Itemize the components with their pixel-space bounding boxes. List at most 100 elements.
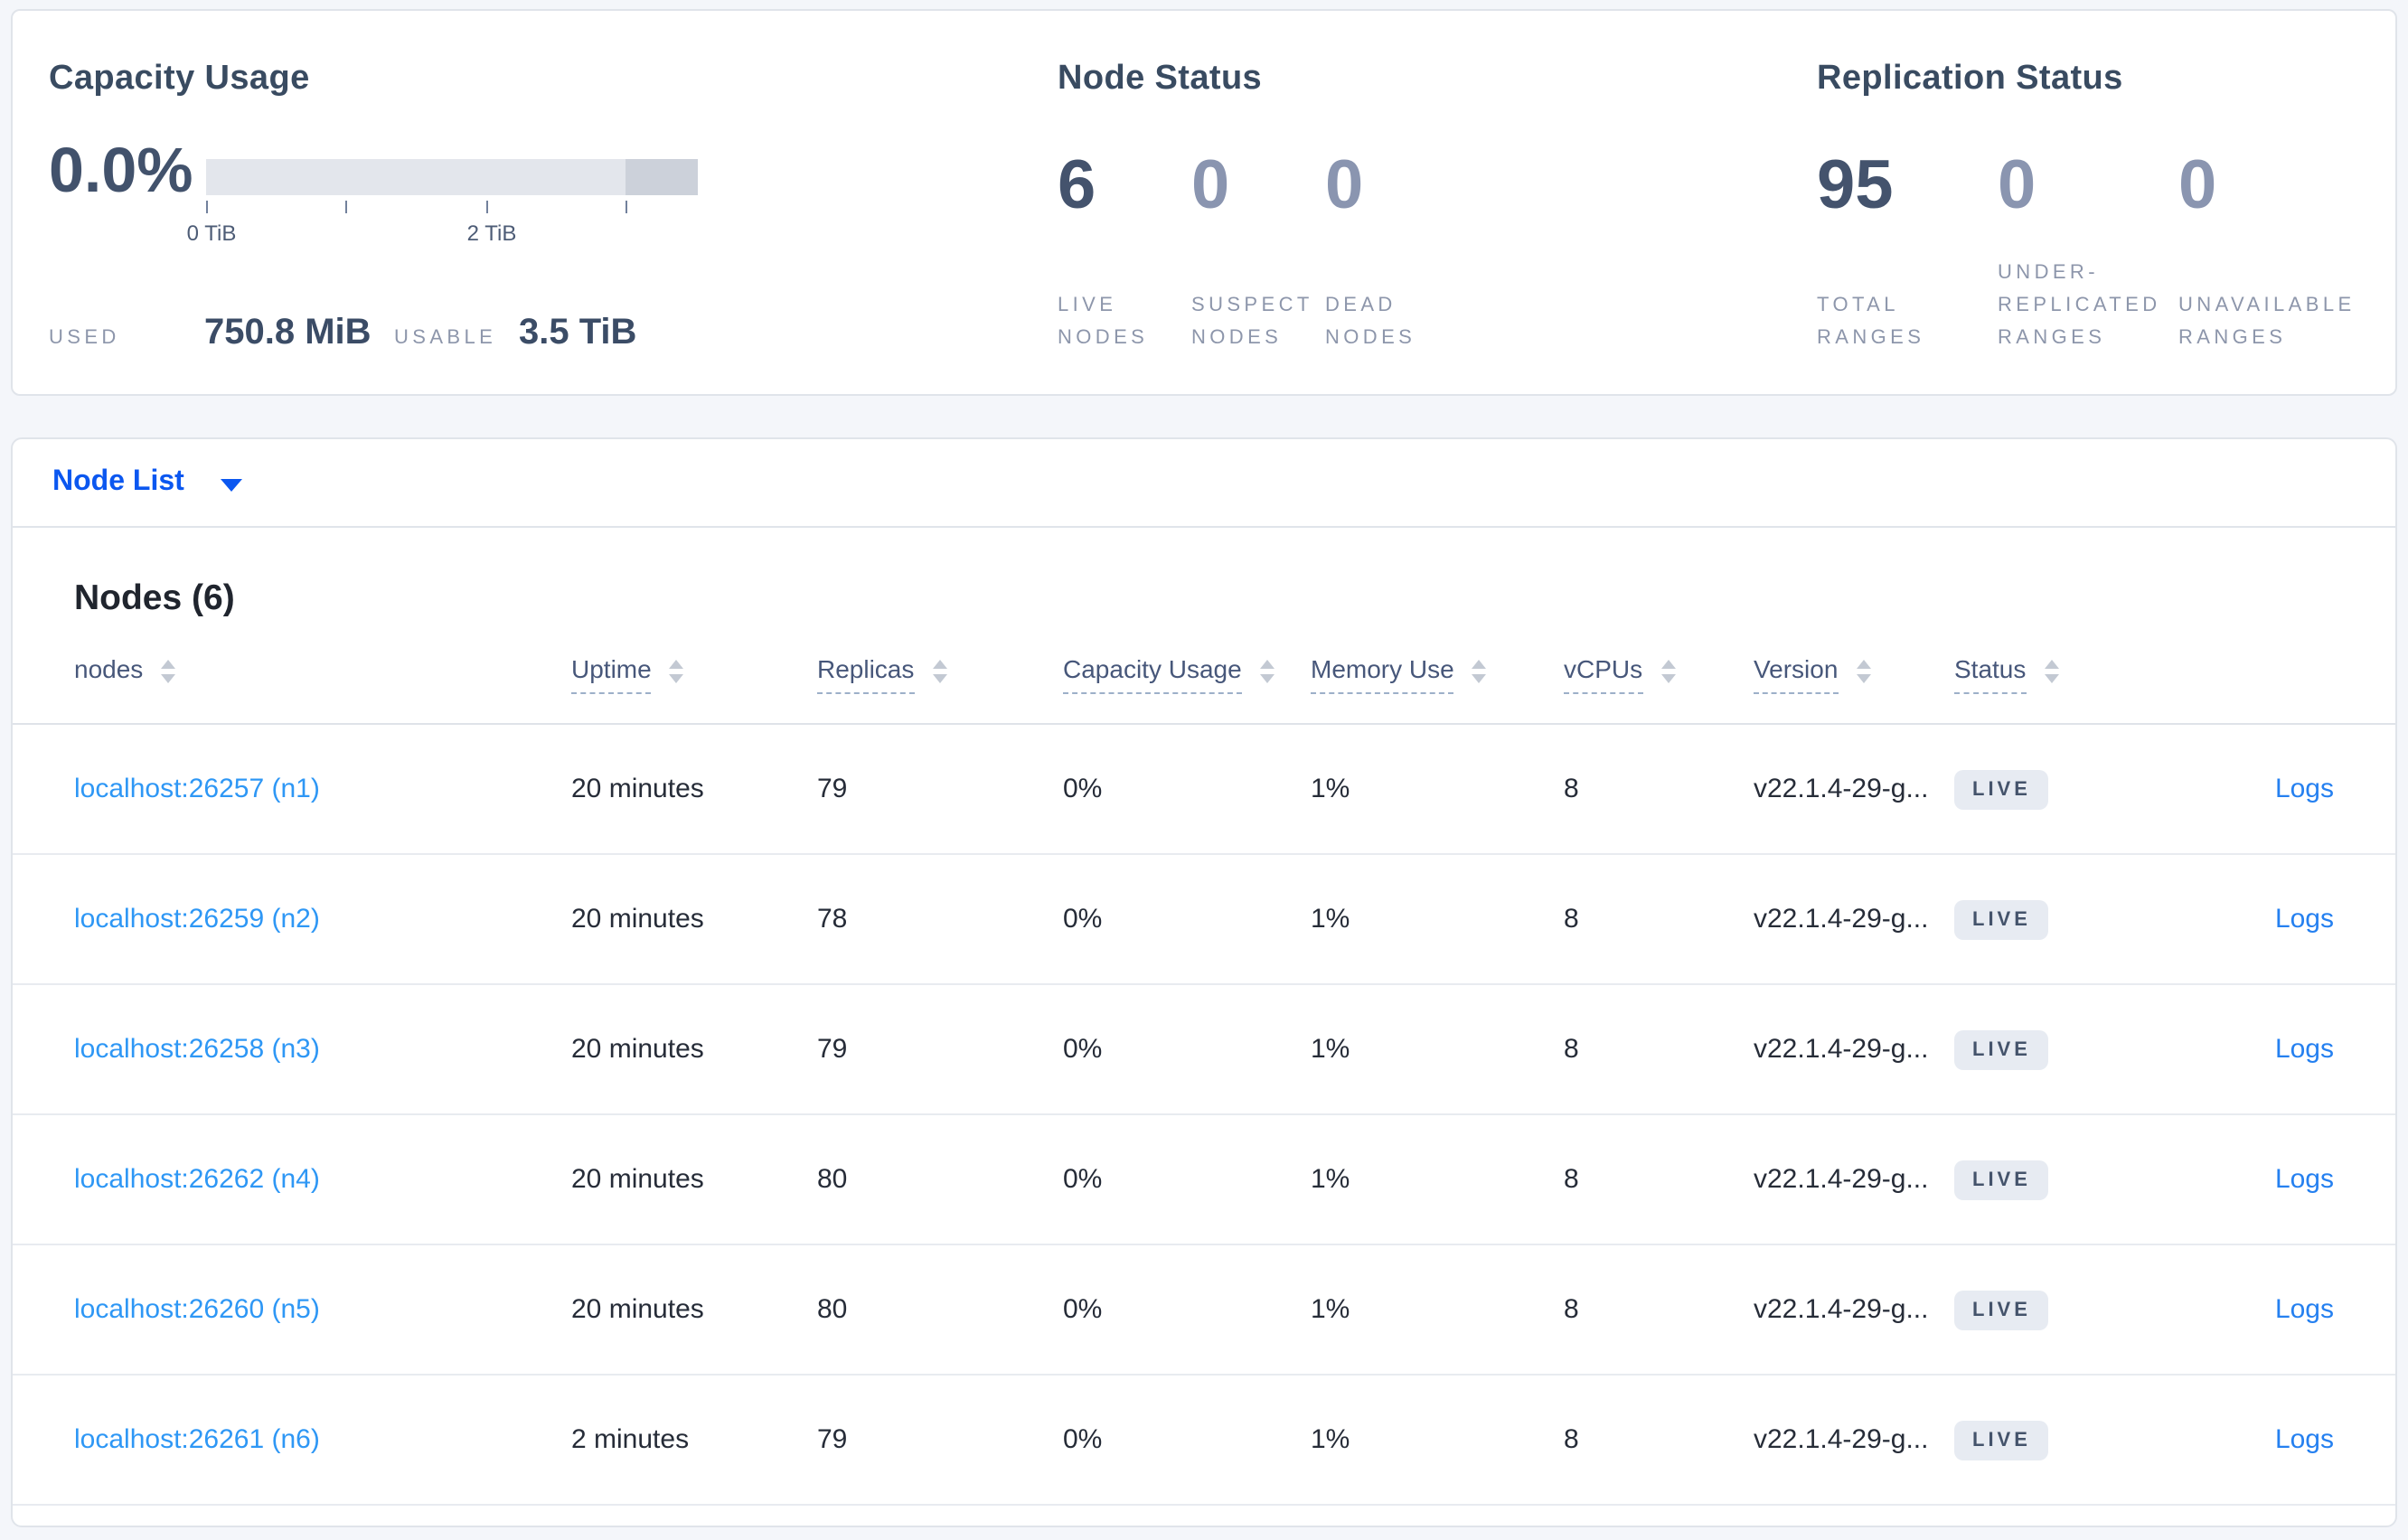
table-header-row: nodes Uptime Replicas Capacity Usage Mem…: [13, 653, 2395, 725]
view-selector-dropdown[interactable]: Node List: [52, 466, 242, 499]
total-ranges-count: 95: [1817, 148, 1894, 224]
dead-nodes-label: DEAD NODES: [1325, 295, 1416, 349]
table-row: localhost:26260 (n5) 20 minutes 80 0% 1%…: [13, 1245, 2395, 1376]
sort-arrows-icon: [161, 660, 176, 683]
memory-cell: 1%: [1311, 1294, 1350, 1325]
under-replicated-ranges-label: UNDER-REPLICATED RANGES: [1998, 262, 2161, 349]
status-badge: LIVE: [1954, 769, 2049, 809]
memory-cell: 1%: [1311, 774, 1350, 804]
vcpus-cell: 8: [1564, 1294, 1579, 1325]
dead-nodes-count: 0: [1325, 148, 1364, 224]
logs-link[interactable]: Logs: [2275, 774, 2334, 804]
memory-cell: 1%: [1311, 904, 1350, 934]
axis-tick-label: 2 TiB: [466, 221, 517, 246]
vcpus-cell: 8: [1564, 904, 1579, 934]
status-badge: LIVE: [1954, 899, 2049, 939]
axis-tick: [486, 201, 488, 213]
capacity-used-percent: 0.0%: [49, 136, 193, 206]
logs-link[interactable]: Logs: [2275, 1294, 2334, 1325]
node-link[interactable]: localhost:26257 (n1): [74, 774, 320, 804]
node-status-title: Node Status: [1058, 60, 1263, 98]
vcpus-cell: 8: [1564, 774, 1579, 804]
nodes-section-title: Nodes (6): [74, 578, 235, 618]
status-badge: LIVE: [1954, 1160, 2049, 1199]
table-row: localhost:26259 (n2) 20 minutes 78 0% 1%…: [13, 855, 2395, 985]
replicas-cell: 79: [817, 774, 848, 804]
node-link[interactable]: localhost:26258 (n3): [74, 1034, 320, 1065]
column-header-version[interactable]: Version: [1754, 653, 1954, 694]
table-row: localhost:26258 (n3) 20 minutes 79 0% 1%…: [13, 985, 2395, 1115]
usable-label: USABLE: [394, 327, 497, 349]
version-cell: v22.1.4-29-g...: [1754, 1424, 1929, 1455]
node-status-section: Node Status 6 0 0 LIVE NODES SUSPECT NOD…: [1058, 58, 1763, 354]
view-selector-label: Node List: [52, 466, 184, 497]
unavailable-ranges-count: 0: [2178, 148, 2217, 224]
replicas-cell: 79: [817, 1424, 848, 1455]
live-nodes-label: LIVE NODES: [1058, 295, 1149, 349]
cluster-summary-card: Capacity Usage 0.0% 0 TiB 2 TiB USED 750…: [11, 9, 2397, 396]
axis-tick: [206, 201, 208, 213]
version-cell: v22.1.4-29-g...: [1754, 774, 1929, 804]
used-label: USED: [49, 327, 120, 349]
suspect-nodes-count: 0: [1191, 148, 1230, 224]
sort-arrows-icon: [932, 660, 947, 683]
axis-tick-label: 0 TiB: [186, 221, 237, 246]
node-link[interactable]: localhost:26262 (n4): [74, 1164, 320, 1195]
uptime-cell: 2 minutes: [571, 1424, 690, 1455]
logs-link[interactable]: Logs: [2275, 1164, 2334, 1195]
logs-link[interactable]: Logs: [2275, 904, 2334, 934]
column-header-nodes[interactable]: nodes: [74, 653, 571, 692]
replicas-cell: 78: [817, 904, 848, 934]
node-link[interactable]: localhost:26261 (n6): [74, 1424, 320, 1455]
vcpus-cell: 8: [1564, 1034, 1579, 1065]
unavailable-ranges-label: UNAVAILABLE RANGES: [2178, 295, 2356, 349]
logs-link[interactable]: Logs: [2275, 1424, 2334, 1455]
capacity-cell: 0%: [1063, 1164, 1103, 1195]
column-header-vcpus[interactable]: vCPUs: [1564, 653, 1754, 694]
replicas-cell: 80: [817, 1294, 848, 1325]
capacity-cell: 0%: [1063, 774, 1103, 804]
usable-value: 3.5 TiB: [519, 313, 637, 352]
node-link[interactable]: localhost:26260 (n5): [74, 1294, 320, 1325]
capacity-usage-section: Capacity Usage 0.0% 0 TiB 2 TiB USED 750…: [49, 58, 1007, 354]
version-cell: v22.1.4-29-g...: [1754, 1164, 1929, 1195]
column-header-replicas[interactable]: Replicas: [817, 653, 1063, 694]
capacity-cell: 0%: [1063, 1034, 1103, 1065]
table-row: localhost:26261 (n6) 2 minutes 79 0% 1% …: [13, 1376, 2395, 1506]
capacity-bar-dark-segment: [626, 159, 698, 195]
capacity-usage-title: Capacity Usage: [49, 60, 310, 98]
axis-tick: [626, 201, 627, 213]
replication-status-title: Replication Status: [1817, 60, 2123, 98]
uptime-cell: 20 minutes: [571, 1034, 704, 1065]
node-link[interactable]: localhost:26259 (n2): [74, 904, 320, 934]
sort-arrows-icon: [2044, 660, 2059, 683]
uptime-cell: 20 minutes: [571, 1294, 704, 1325]
uptime-cell: 20 minutes: [571, 1164, 704, 1195]
uptime-cell: 20 minutes: [571, 904, 704, 934]
memory-cell: 1%: [1311, 1424, 1350, 1455]
version-cell: v22.1.4-29-g...: [1754, 1034, 1929, 1065]
caret-down-icon: [220, 478, 242, 491]
replication-status-section: Replication Status 95 0 0 TOTAL RANGES U…: [1817, 58, 2408, 354]
replicas-cell: 80: [817, 1164, 848, 1195]
live-nodes-count: 6: [1058, 148, 1096, 224]
column-header-uptime[interactable]: Uptime: [571, 653, 817, 694]
capacity-cell: 0%: [1063, 1294, 1103, 1325]
logs-link[interactable]: Logs: [2275, 1034, 2334, 1065]
cluster-overview-page: Capacity Usage 0.0% 0 TiB 2 TiB USED 750…: [0, 0, 2408, 1540]
capacity-cell: 0%: [1063, 1424, 1103, 1455]
view-selector-bar: Node List: [11, 437, 2397, 528]
status-badge: LIVE: [1954, 1420, 2049, 1460]
column-header-memory-use[interactable]: Memory Use: [1311, 653, 1564, 694]
sort-arrows-icon: [1472, 660, 1487, 683]
sort-arrows-icon: [1259, 660, 1275, 683]
version-cell: v22.1.4-29-g...: [1754, 1294, 1929, 1325]
table-row: localhost:26262 (n4) 20 minutes 80 0% 1%…: [13, 1115, 2395, 1245]
memory-cell: 1%: [1311, 1164, 1350, 1195]
column-header-status[interactable]: Status: [1954, 653, 2171, 694]
axis-tick: [345, 201, 347, 213]
column-header-capacity-usage[interactable]: Capacity Usage: [1063, 653, 1311, 694]
replicas-cell: 79: [817, 1034, 848, 1065]
capacity-cell: 0%: [1063, 904, 1103, 934]
status-badge: LIVE: [1954, 1290, 2049, 1329]
